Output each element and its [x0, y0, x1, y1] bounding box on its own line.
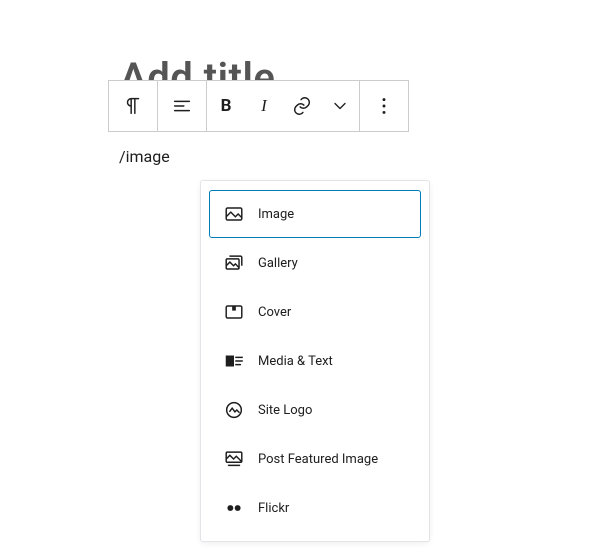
flickr-icon	[222, 496, 246, 520]
italic-button[interactable]: I	[245, 82, 283, 130]
inserter-option-gallery[interactable]: Gallery	[209, 239, 421, 287]
inserter-option-label: Image	[258, 207, 410, 222]
inserter-option-image[interactable]: Image	[209, 190, 421, 238]
more-vertical-icon	[373, 95, 395, 117]
bold-icon: B	[221, 96, 232, 116]
inserter-option-flickr[interactable]: Flickr	[209, 484, 421, 532]
link-icon	[291, 95, 313, 117]
slash-command-input[interactable]: /image	[119, 147, 170, 166]
inserter-option-media-text[interactable]: Media & Text	[209, 337, 421, 385]
inserter-option-featured-image[interactable]: Post Featured Image	[209, 435, 421, 483]
media-text-icon	[222, 349, 246, 373]
block-inserter-popover: Image Gallery Cover	[200, 180, 430, 542]
image-icon	[222, 202, 246, 226]
paragraph-button[interactable]	[109, 82, 157, 130]
inserter-option-label: Post Featured Image	[258, 452, 410, 467]
inserter-option-label: Media & Text	[258, 354, 410, 369]
inserter-option-site-logo[interactable]: Site Logo	[209, 386, 421, 434]
options-button[interactable]	[360, 82, 408, 130]
cover-icon	[222, 300, 246, 324]
gallery-icon	[222, 251, 246, 275]
inserter-option-label: Gallery	[258, 256, 410, 271]
block-toolbar: B I	[108, 80, 409, 132]
link-button[interactable]	[283, 82, 321, 130]
toolbar-group-inline: B I	[207, 81, 360, 131]
toolbar-group-align	[158, 81, 207, 131]
featured-image-icon	[222, 447, 246, 471]
italic-icon: I	[261, 96, 267, 116]
align-button[interactable]	[158, 82, 206, 130]
bold-button[interactable]: B	[207, 82, 245, 130]
inserter-option-label: Cover	[258, 305, 410, 320]
inserter-option-label: Site Logo	[258, 403, 410, 418]
chevron-down-icon	[330, 96, 350, 116]
align-left-icon	[171, 95, 193, 117]
more-inline-button[interactable]	[321, 82, 359, 130]
inserter-option-label: Flickr	[258, 501, 410, 516]
inserter-option-cover[interactable]: Cover	[209, 288, 421, 336]
site-logo-icon	[222, 398, 246, 422]
toolbar-group-options	[360, 81, 408, 131]
toolbar-group-block-type	[109, 81, 158, 131]
pilcrow-icon	[122, 95, 144, 117]
